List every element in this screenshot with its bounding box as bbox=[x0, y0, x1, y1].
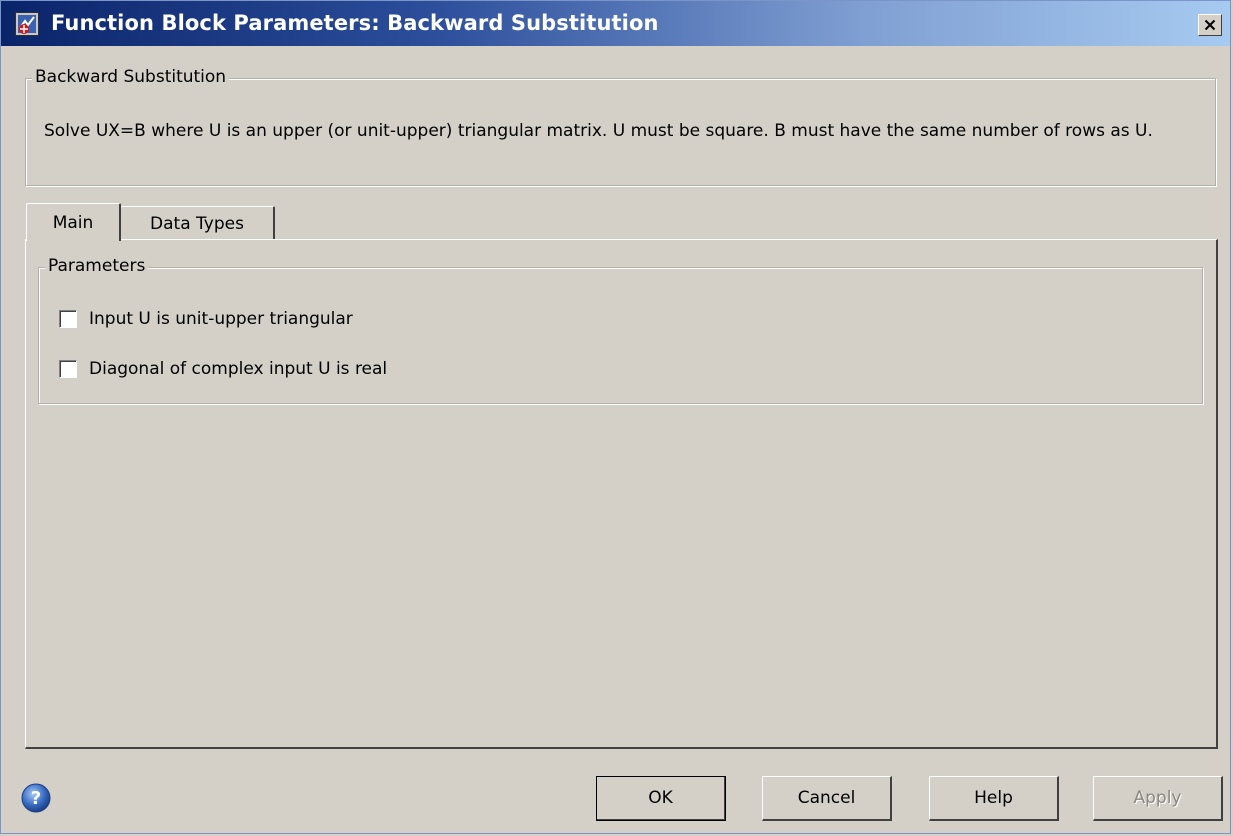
svg-text:?: ? bbox=[31, 788, 41, 809]
parameters-group: Parameters Input U is unit-upper triangu… bbox=[38, 256, 1203, 404]
cancel-button-label: Cancel bbox=[797, 788, 856, 808]
help-button-label: Help bbox=[974, 788, 1013, 808]
diagonal-real-checkbox-label[interactable]: Diagonal of complex input U is real bbox=[89, 359, 387, 379]
cancel-button[interactable]: Cancel bbox=[762, 776, 892, 821]
tab-panel-main: Parameters Input U is unit-upper triangu… bbox=[25, 239, 1218, 749]
block-group-label: Backward Substitution bbox=[32, 67, 230, 87]
parameters-group-label: Parameters bbox=[45, 256, 149, 276]
unit-upper-checkbox[interactable] bbox=[59, 310, 77, 328]
simulink-block-icon[interactable] bbox=[15, 12, 39, 36]
tab-data-types[interactable]: Data Types bbox=[121, 206, 275, 240]
block-description-group: Backward Substitution Solve UX=B where U… bbox=[25, 67, 1216, 186]
close-button[interactable] bbox=[1198, 14, 1222, 36]
ok-button[interactable]: OK bbox=[596, 776, 726, 821]
tab-main[interactable]: Main bbox=[26, 203, 121, 241]
apply-button-label: Apply bbox=[1133, 788, 1182, 808]
checkbox-row-diagonal-real[interactable]: Diagonal of complex input U is real bbox=[59, 359, 387, 379]
dialog-window: Function Block Parameters: Backward Subs… bbox=[0, 0, 1231, 834]
title-bar[interactable]: Function Block Parameters: Backward Subs… bbox=[1, 1, 1230, 46]
diagonal-real-checkbox[interactable] bbox=[59, 360, 77, 378]
window-title: Function Block Parameters: Backward Subs… bbox=[51, 11, 659, 35]
help-button[interactable]: Help bbox=[929, 776, 1059, 821]
ok-button-label: OK bbox=[648, 788, 673, 808]
close-icon bbox=[1204, 19, 1216, 31]
unit-upper-checkbox-label[interactable]: Input U is unit-upper triangular bbox=[89, 309, 353, 329]
help-question-icon[interactable]: ? bbox=[21, 783, 51, 813]
tab-main-label: Main bbox=[52, 212, 94, 233]
checkbox-row-unit-upper[interactable]: Input U is unit-upper triangular bbox=[59, 309, 353, 329]
apply-button[interactable]: Apply bbox=[1093, 776, 1223, 821]
tab-data-types-label: Data Types bbox=[150, 213, 244, 234]
block-description: Solve UX=B where U is an upper (or unit-… bbox=[44, 121, 1153, 141]
